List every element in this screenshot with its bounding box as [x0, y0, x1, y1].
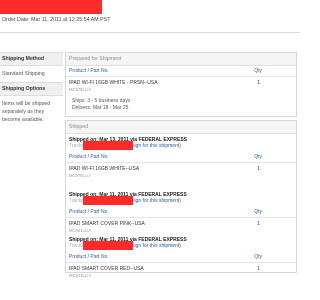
column-qty: Qty	[254, 254, 262, 260]
item-qty: 1	[257, 221, 260, 227]
item-code: MC941LL/A	[69, 228, 92, 233]
shipments-main: Prepared for Shipment Product / Part No.…	[65, 52, 297, 278]
column-product: Product / Part No.	[69, 154, 109, 160]
sign-for-shipment-link[interactable]: sign for this shipment)	[132, 243, 181, 249]
item-qty: 1	[257, 166, 260, 172]
column-qty: Qty	[254, 68, 262, 74]
delivers-estimate: Delivers: Mar 18 - Mar 25	[72, 105, 129, 111]
sign-for-shipment-link[interactable]: sign for this shipment)	[132, 143, 181, 149]
shipping-method-title: Shipping Method	[0, 52, 63, 66]
list-item: IPAD SMART COVER RED--USA MC943LL/A 1	[66, 263, 296, 280]
shipment-columns: Product / Part No. Qty	[66, 252, 296, 263]
shipment-3: Shipped on: Mar 11, 2011 via FEDERAL EXP…	[66, 234, 296, 278]
prepared-title: Prepared for Shipment	[66, 53, 296, 66]
shipment-columns: Product / Part No. Qty	[66, 152, 296, 163]
redacted-tracking-number	[83, 141, 133, 150]
shipment-2: Shipped on: Mar 11, 2011 via FEDERAL EXP…	[66, 189, 296, 234]
shipped-title: Shipped	[66, 121, 296, 134]
column-product: Product / Part No.	[69, 209, 109, 215]
item-qty: 1	[257, 266, 260, 272]
column-product: Product / Part No.	[69, 68, 109, 74]
list-item: IPAD SMART COVER PINK--USA MC941LL/A 1	[66, 218, 296, 235]
column-qty: Qty	[254, 209, 262, 215]
item-code: MC979LL/A	[69, 173, 92, 178]
shipping-sidebar: Shipping Method Standard Shipping Shippi…	[0, 52, 63, 128]
redacted-order-number	[0, 0, 102, 14]
item-qty: 1	[257, 80, 260, 86]
item-code: MC979LL/A	[69, 87, 92, 92]
list-item: IPAD WI-FI 16GB WHITE--USA MC979LL/A 1	[66, 163, 296, 180]
shipping-options-title: Shipping Options	[0, 82, 63, 96]
prepared-panel: Prepared for Shipment Product / Part No.…	[65, 52, 297, 117]
shipping-method-value: Standard Shipping	[2, 71, 45, 77]
header-divider	[0, 32, 300, 33]
ships-estimate: Ships: 3 - 5 business days	[72, 98, 131, 104]
item-code: MC943LL/A	[69, 273, 92, 278]
delivery-estimate: Ships: 3 - 5 business days Delivers: Mar…	[66, 94, 296, 116]
shipment-1: Shipped on: Mar 13, 2011 via FEDERAL EXP…	[66, 134, 296, 189]
redacted-tracking-number	[83, 241, 133, 250]
shipped-panel: Shipped Shipped on: Mar 13, 2011 via FED…	[65, 120, 297, 278]
redacted-tracking-number	[83, 196, 133, 205]
order-date: Order Date: Mar 11, 2011 at 12:25:54 AM …	[2, 17, 111, 23]
sign-for-shipment-link[interactable]: sign for this shipment)	[132, 198, 181, 204]
shipping-options-text: Items will be shipped separately as they…	[2, 101, 51, 123]
shipment-columns: Product / Part No. Qty	[66, 207, 296, 218]
prepared-columns: Product / Part No. Qty	[66, 66, 296, 77]
column-product: Product / Part No.	[69, 254, 109, 260]
column-qty: Qty	[254, 154, 262, 160]
list-item: IPAD WI-FI 16GB WHITE - PRSN--USA MC979L…	[66, 77, 296, 94]
